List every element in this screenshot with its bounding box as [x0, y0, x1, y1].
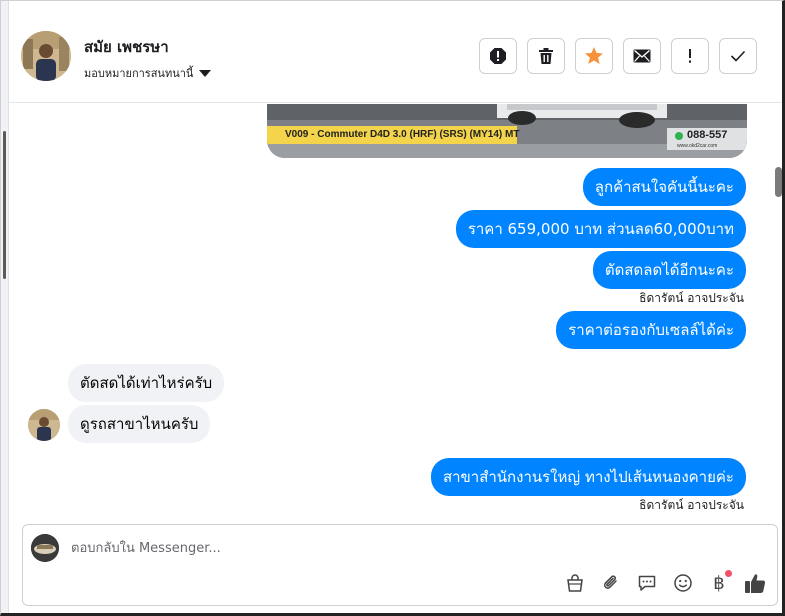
outgoing-message[interactable]: สาขาสำนักงานรใหญ่ ทางไปเส้นหนองคายค่ะ	[430, 458, 746, 496]
chat-bubble-icon	[638, 575, 656, 591]
mark-unread-button[interactable]	[623, 38, 661, 74]
shopping-bag-icon	[567, 574, 583, 592]
caret-down-icon	[199, 69, 212, 77]
sender-label: ธิดารัตน์ อาจประจัน	[639, 291, 744, 305]
incoming-message[interactable]: ดูรถสาขาไหนครับ	[68, 405, 211, 443]
conversation-header: สมัย เพชรษา มอบหมายการสนทนานี้	[9, 9, 782, 103]
envelope-icon	[633, 49, 651, 63]
contact-name: สมัย เพชรษา	[84, 38, 169, 56]
check-icon	[730, 50, 746, 62]
page-avatar	[31, 534, 59, 562]
payment-button[interactable]: ฿	[707, 570, 732, 595]
sender-label: ธิดารัตน์ อาจประจัน	[639, 498, 744, 512]
outgoing-message[interactable]: ราคา 659,000 บาท ส่วนลด60,000บาท	[455, 210, 746, 248]
car-listing-image[interactable]: V009 - Commuter D4D 3.0 (HRF) (SRS) (MY1…	[267, 104, 747, 158]
attach-button[interactable]	[599, 571, 623, 595]
assign-label: มอบหมายการสนทนานี้	[84, 67, 194, 80]
like-button[interactable]	[743, 571, 767, 595]
reply-input[interactable]	[71, 537, 671, 559]
trash-icon	[539, 48, 553, 64]
scrollbar-thumb[interactable]	[775, 167, 782, 197]
spam-icon	[490, 48, 506, 64]
follow-up-button[interactable]	[671, 38, 709, 74]
assign-conversation-dropdown[interactable]: มอบหมายการสนทนานี้	[84, 64, 212, 82]
contact-avatar[interactable]	[21, 31, 71, 81]
mark-done-button[interactable]	[719, 38, 757, 74]
notification-dot	[725, 570, 732, 577]
paperclip-icon	[603, 575, 617, 589]
car-phone: 088-557	[687, 129, 728, 141]
thumbs-up-icon	[745, 574, 766, 593]
reply-composer: ฿	[22, 524, 778, 606]
contact-avatar-small[interactable]	[28, 409, 60, 441]
outgoing-message[interactable]: ลูกค้าสนใจคันนี้นะคะ	[582, 168, 746, 206]
incoming-message[interactable]: ตัดสดได้เท่าไหร่ครับ	[68, 364, 225, 402]
messenger-window: สมัย เพชรษา มอบหมายการสนทนานี้ V009 - Co…	[0, 0, 785, 616]
car-caption: V009 - Commuter D4D 3.0 (HRF) (SRS) (MY1…	[285, 129, 520, 140]
left-scroll-strip	[1, 1, 9, 613]
composer-actions: ฿	[563, 570, 767, 595]
shop-button[interactable]	[563, 571, 587, 595]
message-thread[interactable]: V009 - Commuter D4D 3.0 (HRF) (SRS) (MY1…	[9, 104, 775, 521]
star-icon	[585, 47, 603, 64]
smiley-icon	[674, 574, 692, 592]
mark-spam-button[interactable]	[479, 38, 517, 74]
star-button[interactable]	[575, 38, 613, 74]
emoji-button[interactable]	[671, 571, 695, 595]
delete-button[interactable]	[527, 38, 565, 74]
thread-scrollbar[interactable]	[774, 101, 782, 521]
saved-replies-button[interactable]	[635, 571, 659, 595]
exclamation-icon	[689, 49, 691, 63]
outgoing-message[interactable]: ตัดสดลดได้อีกนะคะ	[592, 251, 746, 289]
car-site: www.okd2car.com	[677, 143, 718, 149]
conversation-toolbar	[479, 38, 757, 74]
outgoing-message[interactable]: ราคาต่อรองกับเซลล์ได้ค่ะ	[556, 311, 746, 349]
baht-icon: ฿	[713, 572, 725, 594]
left-scroll-grip[interactable]	[3, 131, 6, 279]
